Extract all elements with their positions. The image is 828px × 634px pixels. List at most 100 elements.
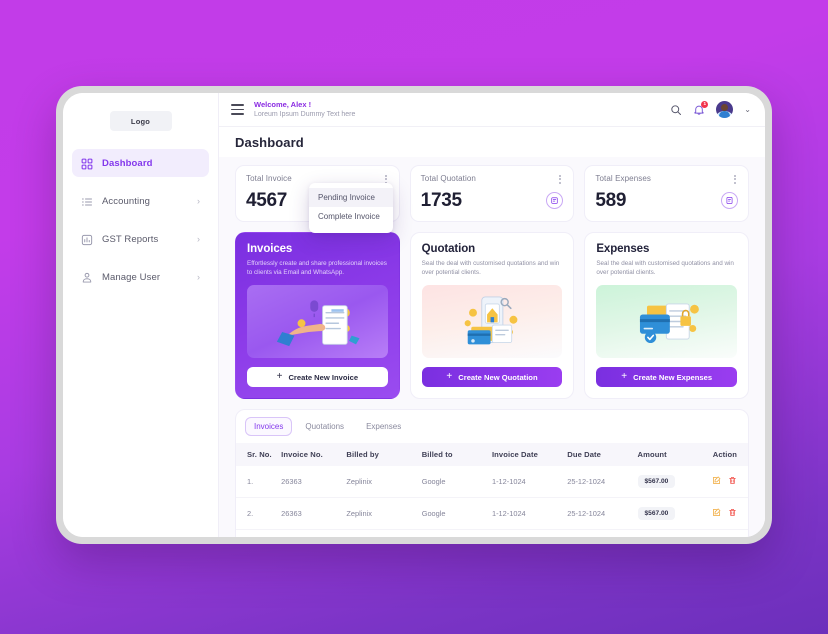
avatar[interactable]	[716, 101, 734, 118]
dropdown-item-pending-invoice[interactable]: Pending Invoice	[309, 188, 393, 207]
page-title: Dashboard	[235, 134, 304, 150]
search-icon[interactable]	[670, 104, 682, 116]
welcome-greeting: Welcome, Alex !	[254, 100, 312, 110]
quotation-illustration-icon	[421, 285, 563, 359]
cell-sr-no: 2.	[236, 497, 282, 531]
column-header-action: Action	[697, 443, 748, 467]
chevron-right-icon: ›	[197, 233, 200, 244]
feature-cards-row: Invoices Effortlessly create and share p…	[235, 231, 750, 400]
invoices-table: Sr. No. Invoice No. Billed by Billed to …	[236, 443, 748, 537]
create-new-invoice-button[interactable]: + Create New Invoice	[247, 367, 388, 388]
cell-invoice-no: 26363	[281, 497, 347, 531]
delete-icon[interactable]	[728, 508, 737, 517]
cell-billed-by: Zeplinix	[346, 529, 422, 537]
sidebar-item-dashboard[interactable]: Dashboard	[72, 149, 209, 177]
feature-button-label: Create New Invoice	[288, 372, 359, 382]
expenses-illustration-icon	[596, 285, 738, 359]
stat-card-title: Total Quotation	[420, 174, 476, 183]
cell-billed-to: Google	[421, 529, 492, 537]
cell-action	[697, 497, 748, 531]
main-area: Welcome, Alex ! Loreum Ipsum Dummy Text …	[219, 93, 765, 537]
tab-expenses[interactable]: Expenses	[357, 417, 410, 436]
create-new-quotation-button[interactable]: + Create New Quotation	[421, 367, 563, 388]
transactions-tabs: Invoices Quotations Expenses	[236, 410, 748, 443]
chevron-right-icon: ›	[197, 271, 200, 282]
dropdown-item-complete-invoice[interactable]: Complete Invoice	[309, 207, 393, 226]
cell-action	[697, 529, 748, 537]
tab-invoices[interactable]: Invoices	[245, 417, 293, 437]
chevron-right-icon: ›	[197, 195, 200, 206]
feature-card-expenses: Expenses Seal the deal with customised q…	[584, 231, 750, 400]
cell-amount: $567.00	[637, 466, 698, 499]
cell-invoice-date: 1-12-1024	[491, 466, 568, 499]
table-row[interactable]: 2. 26363 Zeplinix Google 1-12-1024 25-12…	[236, 497, 748, 531]
feature-card-title: Expenses	[596, 242, 650, 255]
app-logo[interactable]: Logo	[109, 111, 172, 131]
feature-button-label: Create New Quotation	[458, 372, 538, 382]
feature-card-description: Seal the deal with customised quotations…	[421, 259, 560, 277]
app-viewport: Logo Dashboard Accounting › GST Reports …	[63, 93, 765, 537]
feature-card-title: Invoices	[247, 242, 293, 255]
cell-action	[697, 466, 748, 499]
stat-card-title: Total Invoice	[246, 174, 292, 183]
tab-quotations[interactable]: Quotations	[296, 417, 353, 436]
menu-toggle-icon[interactable]	[231, 104, 244, 115]
table-row[interactable]: 1. 26363 Zeplinix Google 1-12-1024 25-12…	[236, 466, 748, 499]
welcome-block: Welcome, Alex ! Loreum Ipsum Dummy Text …	[254, 100, 660, 118]
stat-card-menu-button[interactable]	[557, 174, 563, 185]
notification-bell-button[interactable]: 1	[693, 100, 709, 116]
sidebar-item-accounting[interactable]: Accounting ›	[72, 187, 209, 215]
amount-badge: $567.00	[637, 475, 676, 489]
column-header-sr-no: Sr. No.	[236, 443, 282, 467]
feature-card-quotation: Quotation Seal the deal with customised …	[409, 231, 575, 400]
report-icon	[81, 233, 93, 246]
table-row[interactable]: 3. 26363 Zeplinix Google 1-12-1024 25-12…	[236, 529, 748, 537]
sidebar-item-gst-reports[interactable]: GST Reports ›	[72, 225, 209, 253]
stat-card-value: 1735	[420, 189, 462, 211]
transactions-panel: Invoices Quotations Expenses Sr. No. Inv…	[235, 409, 749, 537]
invoice-illustration-icon	[247, 285, 388, 359]
stat-card-title: Total Expenses	[595, 174, 651, 183]
topbar-actions: 1 ⌄	[670, 100, 751, 118]
browser-window-frame: Logo Dashboard Accounting › GST Reports …	[56, 86, 772, 544]
table-body: 1. 26363 Zeplinix Google 1-12-1024 25-12…	[236, 466, 748, 537]
feature-card-description: Effortlessly create and share profession…	[247, 259, 387, 277]
expenses-icon	[721, 192, 739, 210]
grid-icon	[81, 157, 93, 170]
cell-invoice-date: 1-12-1024	[491, 497, 568, 531]
column-header-billed-by: Billed by	[346, 443, 422, 467]
create-new-expenses-button[interactable]: + Create New Expenses	[596, 367, 738, 388]
stat-card-total-quotation: Total Quotation 1735	[409, 165, 575, 222]
sidebar: Logo Dashboard Accounting › GST Reports …	[63, 93, 219, 537]
table-header-row: Sr. No. Invoice No. Billed by Billed to …	[236, 443, 748, 467]
user-icon	[81, 271, 93, 283]
sidebar-item-label: GST Reports	[102, 233, 159, 245]
plus-icon: +	[446, 370, 453, 382]
delete-icon[interactable]	[728, 476, 737, 485]
sidebar-item-manage-user[interactable]: Manage User ›	[72, 263, 209, 291]
cell-due-date: 25-12-1024	[567, 466, 638, 499]
plus-icon: +	[621, 370, 628, 382]
sidebar-item-label: Accounting	[102, 195, 151, 207]
cell-invoice-date: 1-12-1024	[491, 529, 568, 537]
stat-card-total-expenses: Total Expenses 589	[584, 165, 750, 222]
cell-billed-to: Google	[421, 466, 492, 499]
chevron-down-icon[interactable]: ⌄	[744, 105, 751, 114]
cell-billed-by: Zeplinix	[346, 497, 422, 531]
plus-icon: +	[276, 370, 283, 382]
cell-billed-to: Google	[421, 497, 492, 531]
page-title-bar: Dashboard	[219, 127, 765, 157]
feature-button-label: Create New Expenses	[633, 372, 713, 382]
quotation-icon	[546, 192, 564, 210]
stat-card-value: 4567	[246, 189, 288, 211]
feature-card-description: Seal the deal with customised quotations…	[596, 259, 734, 277]
stat-card-menu-button[interactable]	[732, 174, 738, 185]
cell-invoice-no: 26363	[281, 529, 347, 537]
column-header-amount: Amount	[637, 443, 698, 467]
edit-icon[interactable]	[712, 508, 721, 517]
column-header-billed-to: Billed to	[421, 443, 492, 467]
edit-icon[interactable]	[712, 476, 721, 485]
sidebar-item-label: Manage User	[102, 271, 161, 283]
invoice-status-dropdown[interactable]: Pending Invoice Complete Invoice	[309, 183, 393, 233]
feature-card-title: Quotation	[421, 242, 476, 255]
